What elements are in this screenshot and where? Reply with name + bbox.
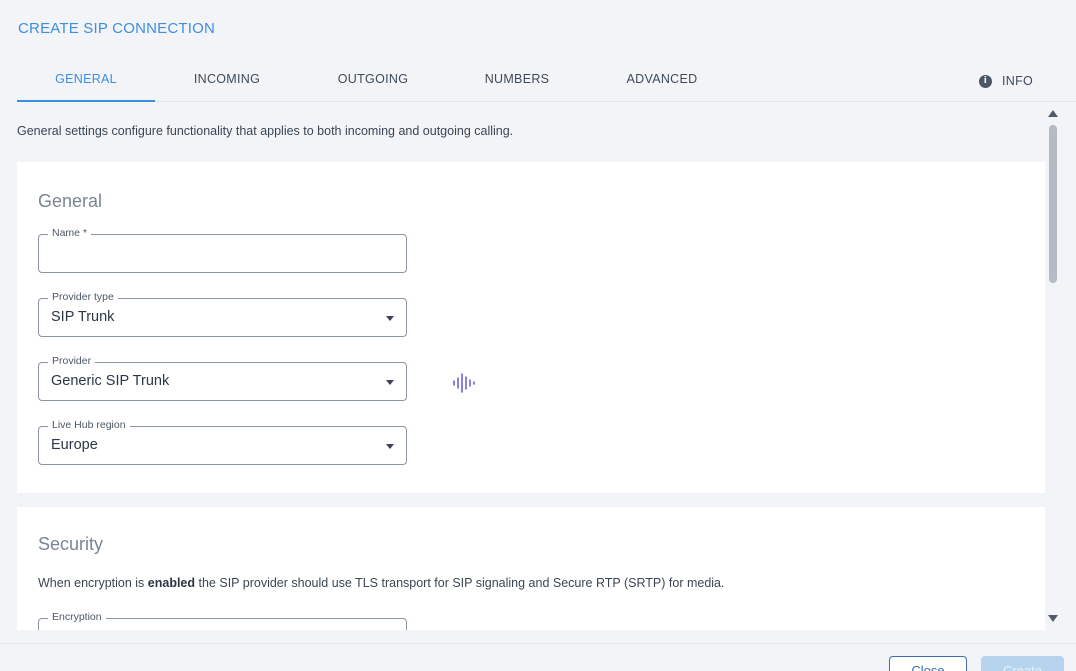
name-field-label: Name * [48, 227, 92, 239]
security-text-part: the SIP provider should use TLS transpor… [195, 576, 725, 590]
tab-incoming[interactable]: INCOMING [187, 60, 267, 102]
tab-bar: GENERAL INCOMING OUTGOING NUMBERS ADVANC… [17, 60, 1076, 102]
create-button[interactable]: Create [981, 656, 1064, 671]
encryption-label: Encryption [48, 611, 106, 623]
chevron-down-icon [386, 380, 394, 385]
name-field[interactable]: Name * [38, 227, 407, 273]
scrollbar-thumb[interactable] [1049, 125, 1057, 283]
scroll-down-arrow-icon[interactable] [1048, 615, 1058, 622]
chevron-down-icon [386, 444, 394, 449]
audio-wave-icon [451, 371, 475, 395]
provider-type-value: SIP Trunk [51, 309, 115, 325]
region-label: Live Hub region [48, 419, 130, 431]
tab-outgoing[interactable]: OUTGOING [332, 60, 414, 102]
close-button[interactable]: Close [889, 656, 967, 671]
provider-type-select[interactable]: Provider type SIP Trunk [38, 291, 407, 337]
region-value: Europe [51, 437, 98, 453]
scroll-up-arrow-icon[interactable] [1048, 110, 1058, 117]
vertical-scrollbar[interactable] [1046, 103, 1060, 630]
security-section: Security When encryption is enabled the … [17, 507, 1045, 630]
provider-select[interactable]: Provider Generic SIP Trunk [38, 355, 407, 401]
provider-type-label: Provider type [48, 291, 118, 303]
region-select[interactable]: Live Hub region Europe [38, 419, 407, 465]
provider-value: Generic SIP Trunk [51, 373, 170, 389]
provider-label: Provider [48, 355, 96, 367]
dialog-footer: Close Create [0, 643, 1076, 671]
chevron-down-icon [386, 316, 394, 321]
security-description: When encryption is enabled the SIP provi… [38, 576, 724, 590]
dialog-title: CREATE SIP CONNECTION [18, 20, 216, 37]
tab-general[interactable]: GENERAL [17, 60, 155, 102]
tab-info[interactable]: i INFO [979, 60, 1039, 102]
security-text-bold: enabled [147, 576, 196, 590]
scroll-content: General settings configure functionality… [0, 103, 1046, 630]
tab-advanced[interactable]: ADVANCED [622, 60, 702, 102]
security-text-part: When encryption is [38, 576, 148, 590]
intro-text: General settings configure functionality… [17, 124, 514, 138]
general-section-title: General [38, 191, 103, 211]
tab-numbers[interactable]: NUMBERS [479, 60, 555, 102]
info-icon: i [979, 74, 992, 88]
tab-info-label: INFO [1002, 74, 1034, 88]
encryption-select[interactable]: Encryption [38, 611, 407, 630]
security-section-title: Security [38, 534, 104, 554]
general-section: General Name * Provider type SIP Trunk P… [17, 162, 1045, 493]
